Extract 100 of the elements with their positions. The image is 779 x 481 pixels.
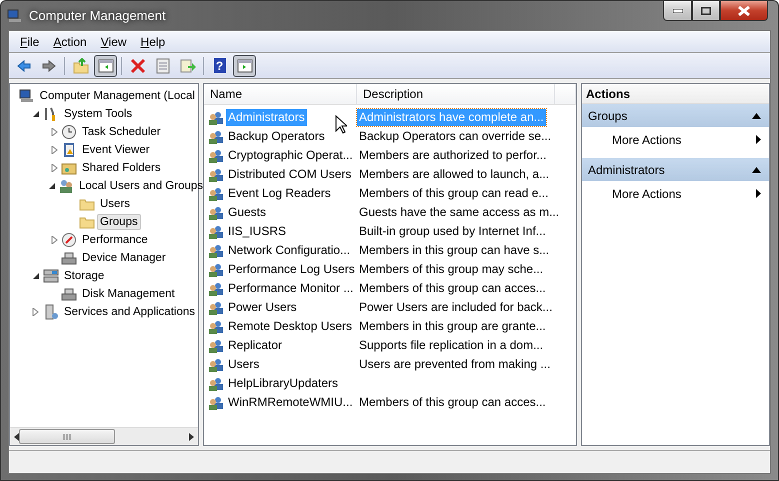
table-cell-text: Members of this group may sche... [358,261,544,278]
folder-up-icon [72,58,88,74]
tree-item[interactable]: System Tools [61,106,136,122]
table-cell[interactable]: Event Log Readers [226,185,333,202]
section-title: Administrators [588,162,665,176]
minimize-icon [672,8,682,12]
properties-icon [154,58,170,74]
tree-item[interactable]: Users [97,196,134,212]
collapsed-triangle-icon[interactable] [50,146,58,154]
expanded-triangle-icon[interactable] [32,110,40,118]
pane-icon [236,58,252,74]
table-cell[interactable]: Distributed COM Users [226,166,354,183]
table-cell[interactable]: HelpLibraryUpdaters [226,375,340,392]
app-icon [7,8,23,24]
table-cell[interactable]: Remote Desktop Users [226,318,354,335]
table-cell-text: Guests have the same access as m... [358,204,560,221]
tree-node-icon [61,142,77,158]
scrollbar-thumb[interactable] [19,429,116,444]
tree-item[interactable]: Task Scheduler [79,124,164,140]
tree-node-icon [58,178,74,194]
tree-node-icon [61,286,77,302]
scroll-right-icon[interactable] [189,432,194,440]
group-icon [208,262,224,278]
table-cell[interactable]: Backup Operators [226,128,327,145]
submenu-arrow-icon [756,189,761,198]
tree-item[interactable]: Event Viewer [79,142,153,158]
tree-item[interactable]: Services and Applications [60,304,198,320]
collapse-icon[interactable] [752,166,761,172]
expanded-triangle-icon[interactable] [32,272,40,280]
collapse-icon[interactable] [752,112,761,118]
tree-item[interactable]: Computer Management (Local [36,88,198,104]
action-link[interactable]: More Actions [612,132,682,146]
table-cell[interactable]: Performance Monitor ... [226,280,356,297]
toolbar-button[interactable] [233,54,256,76]
table-cell-text: Backup Operators can override se... [358,128,552,145]
column-header[interactable]: Name [204,84,357,104]
tree-item[interactable]: Shared Folders [79,160,164,176]
tree-item[interactable]: Storage [61,268,108,284]
table-cell-text: Members are allowed to launch, a... [358,166,550,183]
horizontal-scrollbar[interactable] [10,427,198,445]
section-header[interactable]: Groups [582,104,769,127]
collapsed-triangle-icon[interactable] [50,164,58,172]
group-icon [208,356,224,372]
table-cell[interactable]: Network Configuratio... [226,242,352,259]
actions-title: Actions [582,84,769,104]
close-button[interactable] [720,1,768,21]
collapsed-triangle-icon[interactable] [31,308,40,316]
help-button[interactable]: ? [208,54,231,76]
menu-item[interactable]: View [94,34,134,48]
table-cell[interactable]: Replicator [226,337,284,354]
table-cell-text: Members of this group can acces... [358,394,547,411]
table-cell[interactable]: Users [226,356,262,373]
table-cell[interactable]: Performance Log Users [226,261,357,278]
table-cell[interactable]: Guests [226,204,268,221]
tree-item[interactable]: Local Users and Groups [76,178,206,194]
tree-item[interactable]: Performance [79,232,151,248]
menu-item[interactable]: Action [46,34,94,48]
collapsed-triangle-icon[interactable] [50,128,58,136]
maximize-button[interactable] [692,1,720,21]
column-header[interactable]: Description [357,84,555,104]
table-cell[interactable]: Power Users [226,299,299,316]
table-cell[interactable]: Cryptographic Operat... [226,147,355,164]
minimize-button[interactable] [663,1,692,21]
table-cell[interactable]: IIS_IUSRS [226,223,288,240]
forward-arrow-icon [40,58,56,74]
tree-item[interactable]: Device Manager [79,250,169,266]
table-cell[interactable]: WinRMRemoteWMIU... [226,394,355,411]
tree-node-icon [61,250,77,266]
table-cell-text: Members in this group are grante... [358,318,547,335]
tree-node-icon [61,124,77,140]
section-title: Groups [588,108,628,122]
close-icon [738,6,750,16]
table-cell-text: Members of this group can acces... [358,280,547,297]
table-cell-text: Members of this group can read e... [358,185,550,202]
back-arrow-icon [16,58,32,74]
section-header[interactable]: Administrators [582,158,769,181]
menu-item[interactable]: Help [134,34,172,48]
mouse-cursor-icon [335,115,347,134]
collapsed-triangle-icon[interactable] [50,236,58,244]
group-icon [208,148,224,164]
tree-node-icon [18,88,35,104]
group-icon [208,376,224,392]
table-cell-text: Supports file replication in a dom... [358,337,544,354]
table-cell-text: Members are authorized to perfor... [358,147,548,164]
tree-item[interactable]: Disk Management [79,286,178,302]
group-icon [208,280,224,296]
menu-item[interactable]: File [13,34,46,48]
window-title: Computer Management [29,8,167,23]
expanded-triangle-icon[interactable] [48,182,56,190]
tree-node-icon [43,268,59,284]
table-cell-text: Built-in group used by Internet Inf... [358,223,547,240]
group-icon [208,394,224,410]
group-icon [208,110,224,126]
maximize-icon [701,6,711,14]
group-icon [208,224,224,240]
table-cell-text: Members in this group can have s... [358,242,550,259]
toolbar-button[interactable] [94,54,117,76]
action-link[interactable]: More Actions [612,186,682,200]
tree-item[interactable]: Groups [97,214,141,230]
tree-node-icon [42,304,59,320]
